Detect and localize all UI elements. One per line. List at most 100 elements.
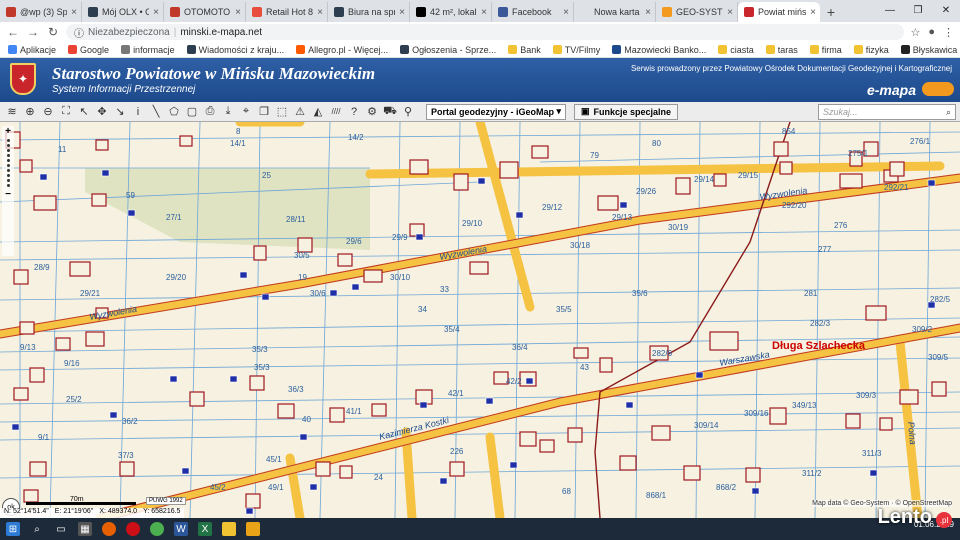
bookmark-item[interactable]: TV/Filmy [552, 45, 600, 55]
help-icon[interactable]: ? [346, 104, 362, 120]
reload-icon[interactable]: ↻ [46, 25, 60, 39]
address-marker[interactable] [525, 377, 534, 385]
address-marker[interactable] [439, 477, 448, 485]
address-marker[interactable] [309, 483, 318, 491]
zoom-step[interactable] [6, 164, 10, 167]
menu-icon[interactable]: ⋮ [943, 26, 954, 39]
identify-icon[interactable]: ⌖ [238, 104, 254, 120]
tab-close-icon[interactable]: × [563, 7, 569, 18]
zoom-in-icon[interactable]: ⊕ [22, 104, 38, 120]
search-icon[interactable]: ⌕ [30, 522, 44, 536]
browser-tab[interactable]: Mój OLX • OL × [82, 2, 164, 22]
address-marker[interactable] [101, 169, 110, 177]
bookmark-item[interactable]: taras [765, 45, 798, 55]
address-marker[interactable] [695, 371, 704, 379]
pointer-icon[interactable]: ↖ [76, 104, 92, 120]
url-input[interactable]: ⓘ Niezabezpieczona | minski.e-mapa.net [66, 24, 905, 40]
address-marker[interactable] [485, 397, 494, 405]
zoom-step[interactable] [6, 149, 10, 152]
zoom-out-icon[interactable]: ⊖ [40, 104, 56, 120]
address-marker[interactable] [169, 375, 178, 383]
bookmark-item[interactable]: Allegro.pl - Więcej... [296, 45, 388, 55]
polygon-icon[interactable]: ⬠ [166, 104, 182, 120]
calculator-icon[interactable]: ▦ [78, 522, 92, 536]
zoom-step[interactable] [6, 184, 10, 187]
firefox-icon[interactable] [102, 522, 116, 536]
address-marker[interactable] [625, 401, 634, 409]
close-window-button[interactable]: ✕ [932, 0, 960, 20]
search-icon[interactable]: ⌕ [946, 107, 951, 118]
address-marker[interactable] [351, 283, 360, 291]
map-search-input[interactable]: Szukaj... ⌕ [818, 104, 956, 120]
task-view-icon[interactable]: ▭ [54, 522, 68, 536]
forward-icon[interactable]: → [26, 25, 40, 39]
tab-close-icon[interactable]: × [317, 7, 323, 18]
address-marker[interactable] [751, 487, 760, 495]
address-marker[interactable] [619, 201, 628, 209]
bookmark-item[interactable]: fizyka [853, 45, 889, 55]
star-icon[interactable]: ☆ [910, 26, 920, 39]
address-marker[interactable] [869, 469, 878, 477]
tab-close-icon[interactable]: × [645, 7, 651, 18]
measure-icon[interactable]: ⚲ [400, 104, 416, 120]
print-icon[interactable]: ⎙ [202, 104, 218, 120]
tab-close-icon[interactable]: × [235, 7, 241, 18]
zoom-in-button[interactable]: + [5, 126, 11, 137]
address-marker[interactable] [181, 467, 190, 475]
select-icon[interactable]: ▢ [184, 104, 200, 120]
address-marker[interactable] [11, 423, 20, 431]
address-marker[interactable] [419, 401, 428, 409]
bookmark-item[interactable]: Ogłoszenia - Sprze... [400, 45, 496, 55]
bookmark-icon[interactable]: ◭ [310, 104, 326, 120]
tab-close-icon[interactable]: × [810, 7, 816, 18]
maximize-button[interactable]: ❐ [904, 0, 932, 20]
bookmark-item[interactable]: Bank [508, 45, 541, 55]
measure-line-icon[interactable]: ↘ [112, 104, 128, 120]
word-icon[interactable]: W [174, 522, 188, 536]
browser-tab[interactable]: GEO-SYSTEM × [656, 2, 738, 22]
file-explorer-icon[interactable] [222, 522, 236, 536]
tab-close-icon[interactable]: × [481, 7, 487, 18]
portal-select[interactable]: Portal geodezyjny - iGeoMap ▾ [426, 103, 566, 120]
bookmark-item[interactable]: Google [68, 45, 109, 55]
zoom-slider[interactable]: + − [2, 126, 14, 256]
windows-start-icon[interactable]: ⊞ [6, 522, 20, 536]
bookmark-item[interactable]: ciasta [718, 45, 754, 55]
zoom-out-button[interactable]: − [5, 189, 11, 200]
browser-tab[interactable]: @wp (3) Spam× [0, 2, 82, 22]
address-marker[interactable] [415, 233, 424, 241]
browser-tab[interactable]: OTOMOTO - s × [164, 2, 246, 22]
profile-icon[interactable]: ● [928, 26, 935, 38]
browser-tab[interactable]: Retail Hot 84 × [246, 2, 328, 22]
browser-tab[interactable]: Facebook × [492, 2, 574, 22]
address-marker[interactable] [515, 211, 524, 219]
tab-close-icon[interactable]: × [71, 7, 77, 18]
zoom-step[interactable] [6, 144, 10, 147]
draw-line-icon[interactable]: ╲ [148, 104, 164, 120]
zoom-step[interactable] [6, 159, 10, 162]
address-marker[interactable] [39, 173, 48, 181]
zoom-step[interactable] [6, 174, 10, 177]
browser-tab[interactable]: Nowa karta × [574, 2, 656, 22]
address-marker[interactable] [229, 375, 238, 383]
layers-icon[interactable]: ≋ [4, 104, 20, 120]
info-icon[interactable]: i [130, 104, 146, 120]
address-marker[interactable] [329, 289, 338, 297]
hatch-icon[interactable]: //// [328, 104, 344, 120]
zoom-step[interactable] [6, 139, 10, 142]
address-marker[interactable] [239, 271, 248, 279]
bookmark-item[interactable]: Błyskawica i burze -... [900, 45, 960, 55]
zoom-extent-icon[interactable]: ⛶ [58, 104, 74, 120]
warning-icon[interactable]: ⚠ [292, 104, 308, 120]
excel-icon[interactable]: X [198, 522, 212, 536]
bookmark-item[interactable]: Aplikacje [8, 45, 56, 55]
browser-tab[interactable]: 42 m², lokal u × [410, 2, 492, 22]
bookmark-item[interactable]: Mazowiecki Banko... [612, 45, 706, 55]
store-icon[interactable] [246, 522, 260, 536]
zoom-step[interactable] [6, 169, 10, 172]
opera-icon[interactable] [126, 522, 140, 536]
address-marker[interactable] [109, 411, 118, 419]
special-functions-button[interactable]: ▣ Funkcje specjalne [574, 103, 679, 120]
address-marker[interactable] [927, 179, 936, 187]
info-icon[interactable]: ⓘ [74, 25, 84, 40]
